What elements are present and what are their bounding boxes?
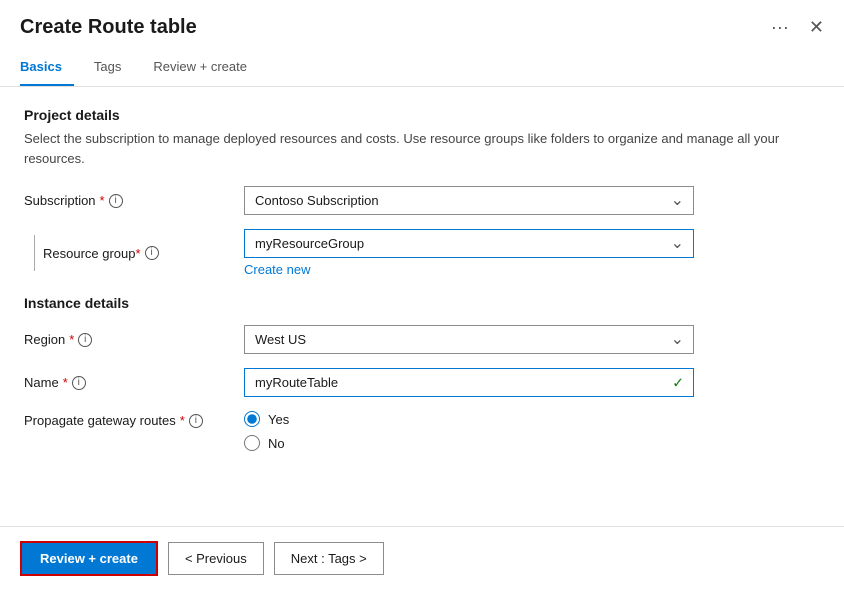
tab-basics[interactable]: Basics [20,51,74,86]
propagate-row: Propagate gateway routes * i Yes No [24,411,820,451]
region-select-wrapper: West US [244,325,694,354]
main-content: Project details Select the subscription … [0,87,844,526]
project-details-title: Project details [24,107,820,123]
propagate-label: Propagate gateway routes * i [24,411,244,428]
dialog-header: Create Route table ··· ✕ [0,0,844,47]
instance-details-title: Instance details [24,295,820,311]
subscription-info-icon[interactable]: i [109,194,123,208]
next-tags-button[interactable]: Next : Tags > [274,542,384,575]
propagate-no-radio[interactable] [244,435,260,451]
propagate-info-icon[interactable]: i [189,414,203,428]
resource-group-select-wrapper: myResourceGroup [244,229,694,258]
previous-button[interactable]: < Previous [168,542,264,575]
tab-bar: Basics Tags Review + create [0,51,844,87]
project-details-section: Project details Select the subscription … [24,107,820,168]
subscription-row: Subscription * i Contoso Subscription [24,186,820,215]
region-info-icon[interactable]: i [78,333,92,347]
subscription-select-wrapper: Contoso Subscription [244,186,694,215]
region-required: * [69,332,74,347]
resource-group-control: myResourceGroup Create new [244,229,694,277]
subscription-required: * [100,193,105,208]
dialog-footer: Review + create < Previous Next : Tags > [0,526,844,590]
name-row: Name * i ✓ [24,368,820,397]
dialog-title: Create Route table [20,16,761,39]
tab-tags[interactable]: Tags [94,51,133,86]
subscription-label: Subscription * i [24,193,244,208]
region-select[interactable]: West US [244,325,694,354]
resource-group-label-area: Resource group * i [24,229,244,271]
region-control: West US [244,325,694,354]
subscription-select[interactable]: Contoso Subscription [244,186,694,215]
create-route-table-dialog: Create Route table ··· ✕ Basics Tags Rev… [0,0,844,590]
propagate-yes-option[interactable]: Yes [244,411,694,427]
region-row: Region * i West US [24,325,820,354]
propagate-yes-label: Yes [268,412,289,427]
subscription-control: Contoso Subscription [244,186,694,215]
propagate-control: Yes No [244,411,694,451]
instance-details-section: Instance details [24,295,820,311]
resource-group-info-icon[interactable]: i [145,246,159,260]
propagate-no-option[interactable]: No [244,435,694,451]
project-details-desc: Select the subscription to manage deploy… [24,129,820,168]
propagate-yes-radio[interactable] [244,411,260,427]
region-label: Region * i [24,332,244,347]
review-create-button[interactable]: Review + create [20,541,158,576]
name-input-wrapper: ✓ [244,368,694,397]
name-info-icon[interactable]: i [72,376,86,390]
create-new-link[interactable]: Create new [244,262,694,277]
name-required: * [63,375,68,390]
propagate-required: * [180,413,185,428]
tab-review-create[interactable]: Review + create [153,51,259,86]
menu-icon[interactable]: ··· [771,17,789,38]
resource-group-required: * [136,246,141,261]
name-checkmark-icon: ✓ [672,374,684,391]
name-input[interactable] [244,368,694,397]
propagate-no-label: No [268,436,285,451]
name-control: ✓ [244,368,694,397]
resource-group-row: Resource group * i myResourceGroup Creat… [24,229,820,277]
close-icon[interactable]: ✕ [809,17,824,38]
resource-group-select[interactable]: myResourceGroup [244,229,694,258]
name-label: Name * i [24,375,244,390]
